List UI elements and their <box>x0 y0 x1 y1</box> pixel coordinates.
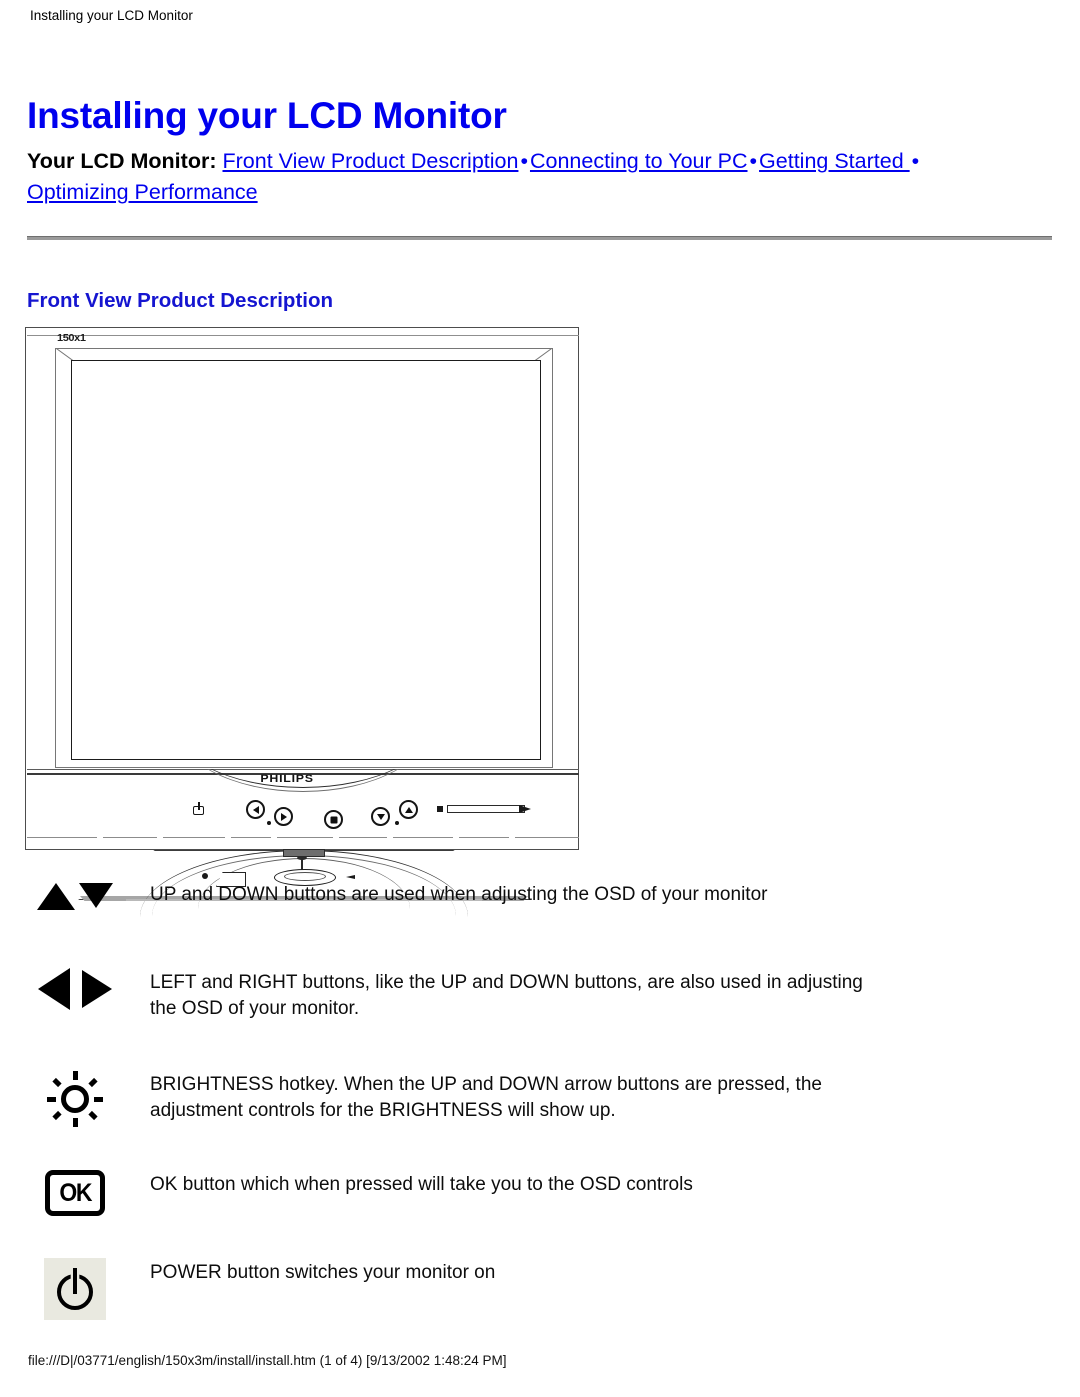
button-dot-right <box>395 821 399 825</box>
breadcrumb-nav: Your LCD Monitor: Front View Product Des… <box>27 146 987 208</box>
power-bar-shape <box>73 1268 77 1294</box>
button-legend-list: UP and DOWN buttons are used when adjust… <box>0 880 1080 1346</box>
left-right-arrows-icon <box>38 968 112 1010</box>
monitor-outer-case: 150x1 PHILIPS <box>25 327 579 901</box>
left-arrow-icon <box>252 805 259 814</box>
lcd-monitor-illustration: 150x1 PHILIPS <box>25 327 581 901</box>
monitor-case-top-ledge <box>27 335 579 336</box>
legend-text-ok: OK button which when pressed will take y… <box>150 1174 693 1195</box>
legend-row-brightness: BRIGHTNESS hotkey. When the UP and DOWN … <box>0 1070 1080 1170</box>
legend-text-brightness: BRIGHTNESS hotkey. When the UP and DOWN … <box>150 1074 822 1121</box>
monitor-desk-edge-line <box>27 837 579 838</box>
sun-core-shape <box>61 1085 89 1113</box>
ok-button-icon: OK <box>45 1170 105 1216</box>
monitor-power-button[interactable] <box>193 802 206 817</box>
slot-arrow-tip-icon <box>519 805 531 813</box>
nav-bullet-3: • <box>911 149 920 173</box>
legend-row-power: POWER button switches your monitor on <box>0 1258 1080 1346</box>
sun-ray-e <box>94 1096 103 1102</box>
ok-label: OK <box>59 1178 92 1207</box>
triangle-down-shape <box>79 883 113 908</box>
brightness-sun-icon <box>46 1070 104 1128</box>
sun-ray-w <box>47 1096 56 1102</box>
sun-ray-s <box>72 1118 78 1127</box>
triangle-left-shape <box>38 968 70 1010</box>
legend-icon-cell <box>0 1258 150 1320</box>
nav-bullet-1: • <box>520 149 528 173</box>
footer-path: file:///D|/03771/english/150x3m/install/… <box>28 1353 507 1368</box>
nav-lead-label: Your LCD Monitor <box>27 149 210 173</box>
legend-text-power: POWER button switches your monitor on <box>150 1262 496 1283</box>
sun-ray-sw <box>52 1110 62 1121</box>
up-arrow-icon <box>404 806 413 813</box>
monitor-right-button[interactable] <box>274 807 293 826</box>
nav-link-optimizing-performance[interactable]: Optimizing Performance <box>27 180 258 204</box>
monitor-ok-button[interactable] <box>324 810 343 829</box>
up-down-arrows-icon <box>37 880 113 914</box>
right-arrow-icon <box>280 812 287 821</box>
triangle-right-shape <box>82 970 112 1008</box>
horizontal-divider <box>27 236 1052 240</box>
legend-row-up-down: UP and DOWN buttons are used when adjust… <box>0 880 1080 968</box>
triangle-up-shape <box>37 883 75 910</box>
power-bar-shape <box>198 802 200 810</box>
sun-ray-nw <box>52 1077 62 1088</box>
running-head: Installing your LCD Monitor <box>30 8 193 23</box>
nav-link-front-view[interactable]: Front View Product Description <box>222 149 518 173</box>
philips-brand-logo: PHILIPS <box>260 772 314 785</box>
nav-bullet-2: • <box>749 149 758 173</box>
monitor-screen <box>71 360 541 760</box>
slot-indicator-dot <box>437 806 443 812</box>
ok-square-icon <box>330 816 337 823</box>
monitor-down-button[interactable] <box>371 807 390 826</box>
legend-text-left-right: LEFT and RIGHT buttons, like the UP and … <box>150 972 863 1019</box>
legend-row-left-right: LEFT and RIGHT buttons, like the UP and … <box>0 968 1080 1070</box>
legend-row-ok: OK OK button which when pressed will tak… <box>0 1170 1080 1258</box>
nav-link-getting-started[interactable]: Getting Started <box>759 149 910 173</box>
legend-icon-cell <box>0 880 150 914</box>
base-dot-left <box>202 873 208 879</box>
down-arrow-icon <box>376 813 385 820</box>
legend-icon-cell: OK <box>0 1170 150 1216</box>
sun-ray-n <box>72 1071 78 1080</box>
nav-separator: : <box>209 149 217 173</box>
monitor-side-slot <box>447 805 525 813</box>
button-dot-left <box>267 821 271 825</box>
power-button-icon <box>44 1258 106 1320</box>
legend-text-up-down: UP and DOWN buttons are used when adjust… <box>150 884 768 905</box>
base-stem-cap <box>297 856 307 860</box>
sun-ray-se <box>88 1110 98 1121</box>
nav-link-connecting-pc[interactable]: Connecting to Your PC <box>530 149 748 173</box>
section-heading: Front View Product Description <box>27 289 334 312</box>
legend-icon-cell <box>0 1070 150 1128</box>
monitor-left-button[interactable] <box>246 800 265 819</box>
monitor-model-label: 150x1 <box>57 332 86 344</box>
page-title: Installing your LCD Monitor <box>27 94 507 136</box>
monitor-control-strip: PHILIPS <box>27 769 579 851</box>
legend-icon-cell <box>0 968 150 1010</box>
monitor-up-button[interactable] <box>399 800 418 819</box>
sun-ray-ne <box>88 1077 98 1088</box>
